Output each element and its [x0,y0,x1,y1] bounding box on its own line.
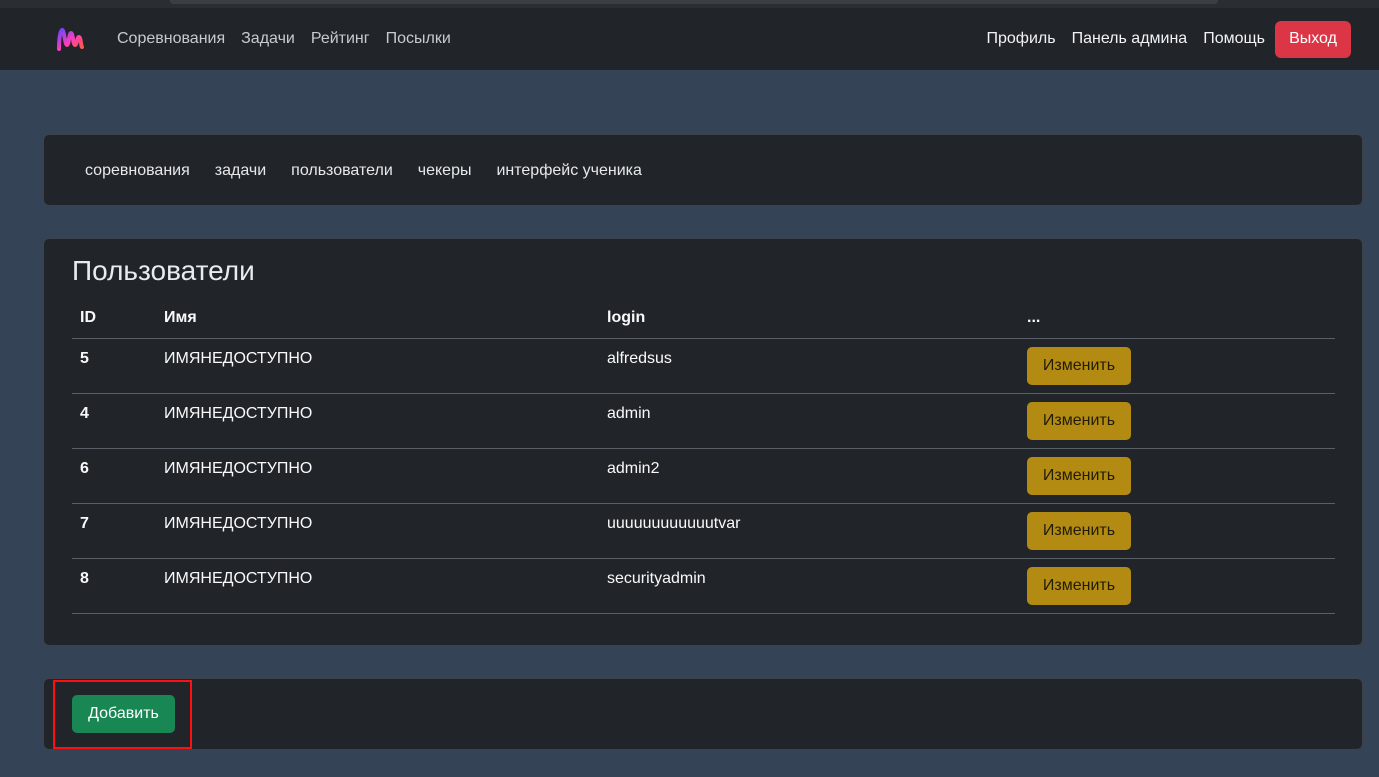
admin-link-student-interface[interactable]: интерфейс ученика [496,162,641,180]
users-table: ID Имя login ... 5 ИМЯНЕДОСТУПНО alfreds… [72,299,1335,614]
nav-link-submissions[interactable]: Посылки [386,30,451,48]
user-login: securityadmin [599,558,1019,614]
user-name: ИМЯНЕДОСТУПНО [156,338,599,394]
user-name: ИМЯНЕДОСТУПНО [156,558,599,614]
column-header-login: login [599,299,1019,339]
add-user-card: Добавить [43,678,1363,750]
user-login: alfredsus [599,338,1019,394]
edit-user-button[interactable]: Изменить [1027,346,1131,385]
user-name: ИМЯНЕДОСТУПНО [156,448,599,504]
nav-link-problems[interactable]: Задачи [241,30,295,48]
edit-user-button[interactable]: Изменить [1027,566,1131,605]
user-id: 8 [72,558,156,614]
page-title: Пользователи [72,255,255,286]
admin-link-competitions[interactable]: соревнования [85,162,190,180]
admin-link-problems[interactable]: задачи [215,162,266,180]
add-user-button[interactable]: Добавить [72,695,175,733]
admin-subnav: соревнования задачи пользователи чекеры … [43,134,1363,206]
user-id: 4 [72,393,156,449]
table-header-row: ID Имя login ... [72,299,1335,339]
column-header-actions: ... [1019,299,1335,339]
user-login: admin [599,393,1019,449]
table-row: 6 ИМЯНЕДОСТУПНО admin2 Изменить [72,448,1335,504]
admin-link-users[interactable]: пользователи [291,162,393,180]
column-header-name: Имя [156,299,599,339]
main-nav: Соревнования Задачи Рейтинг Посылки [117,8,467,70]
user-name: ИМЯНЕДОСТУПНО [156,393,599,449]
user-id: 7 [72,503,156,559]
browser-top-strip [0,0,1379,8]
user-id: 5 [72,338,156,394]
nav-link-rating[interactable]: Рейтинг [311,30,370,48]
table-row: 5 ИМЯНЕДОСТУПНО alfredsus Изменить [72,338,1335,394]
nav-link-admin-panel[interactable]: Панель админа [1072,30,1188,48]
admin-link-checkers[interactable]: чекеры [418,162,472,180]
user-name: ИМЯНЕДОСТУПНО [156,503,599,559]
column-header-id: ID [72,299,156,339]
horizontal-scrollbar[interactable] [170,0,1218,4]
user-id: 6 [72,448,156,504]
nav-link-help[interactable]: Помощь [1203,30,1265,48]
user-nav: Профиль Панель админа Помощь Выход [971,8,1351,70]
edit-user-button[interactable]: Изменить [1027,511,1131,550]
user-login: admin2 [599,448,1019,504]
table-row: 7 ИМЯНЕДОСТУПНО uuuuuuuuuuuutvar Изменит… [72,503,1335,559]
edit-user-button[interactable]: Изменить [1027,401,1131,440]
table-row: 4 ИМЯНЕДОСТУПНО admin Изменить [72,393,1335,449]
user-login: uuuuuuuuuuuutvar [599,503,1019,559]
brand-logo-icon[interactable] [55,25,85,53]
nav-link-profile[interactable]: Профиль [987,30,1056,48]
users-card: Пользователи ID Имя login ... 5 ИМЯНЕДОС… [43,238,1363,646]
table-row: 8 ИМЯНЕДОСТУПНО securityadmin Изменить [72,558,1335,614]
nav-link-competitions[interactable]: Соревнования [117,30,225,48]
logout-button[interactable]: Выход [1275,20,1351,58]
edit-user-button[interactable]: Изменить [1027,456,1131,495]
top-navbar: Соревнования Задачи Рейтинг Посылки Проф… [0,8,1379,70]
